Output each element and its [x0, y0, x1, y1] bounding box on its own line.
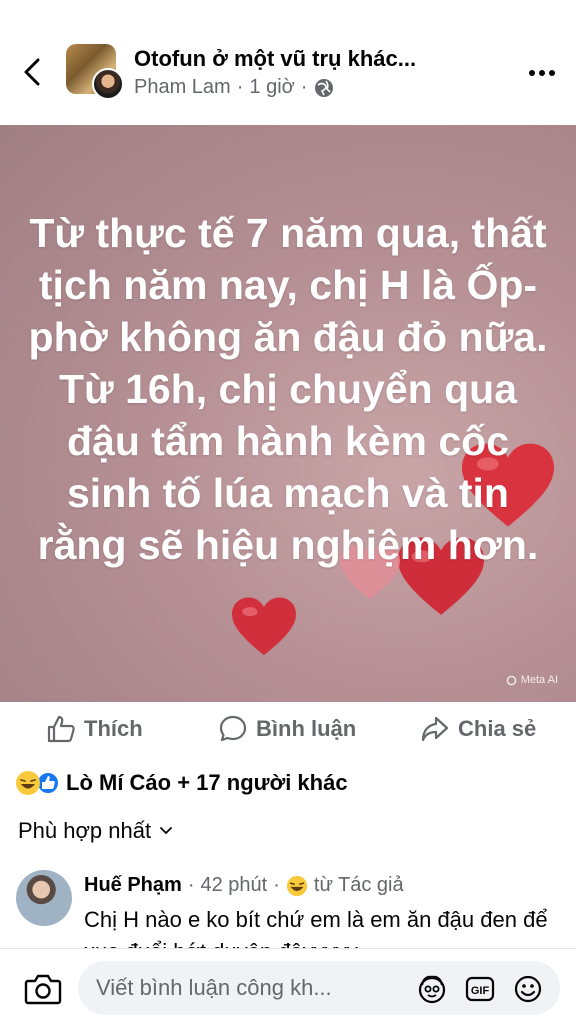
more-options-icon[interactable] [526, 58, 558, 88]
like-label: Thích [84, 716, 143, 741]
camera-icon[interactable] [24, 973, 62, 1005]
post-header: Otofun ở một vũ trụ khác... Pham Lam · 1… [0, 0, 576, 125]
reactions-summary[interactable]: Lò Mí Cáo + 17 người khác [16, 770, 348, 796]
comment-button[interactable]: Bình luận [218, 714, 356, 744]
share-label: Chia sẻ [458, 716, 537, 741]
post-action-bar: Thích Bình luận Chia sẻ [0, 702, 576, 758]
comment-item: Huế Phạm · 42 phút · từ Tác giả Chị H nà… [0, 866, 576, 956]
reactions-text: Lò Mí Cáo + 17 người khác [66, 770, 348, 795]
thumbs-up-icon [47, 715, 75, 743]
comment-bubble-icon [219, 715, 247, 742]
meta-ai-icon [506, 675, 517, 685]
haha-face-icon [20, 779, 36, 789]
comment-separator: · [273, 874, 280, 896]
svg-text:GIF: GIF [471, 985, 490, 997]
comment-input[interactable]: Viết bình luận công kh... GIF [78, 961, 560, 1015]
back-arrow-icon[interactable] [18, 52, 48, 92]
meta-ai-watermark: Meta AI [506, 674, 558, 686]
author-name[interactable]: Pham Lam [134, 76, 231, 99]
comment-sort-dropdown[interactable]: Phù hợp nhất [18, 818, 173, 844]
emoji-icon[interactable] [512, 973, 544, 1005]
share-arrow-icon [421, 716, 449, 742]
comment-header: Huế Phạm · 42 phút · từ Tác giả [84, 874, 404, 897]
post-time[interactable]: 1 giờ [249, 76, 294, 99]
comment-time: 42 phút [200, 874, 268, 896]
commenter-avatar[interactable] [16, 870, 72, 926]
post-text: Từ thực tế 7 năm qua, thất tịch năm nay,… [28, 210, 548, 568]
heart-decoration [232, 597, 296, 656]
author-avatar [92, 68, 124, 100]
meta-separator: · [300, 76, 308, 98]
group-avatar[interactable] [66, 44, 124, 100]
meta-separator: · [236, 76, 244, 98]
meta-ai-label: Meta AI [520, 674, 558, 686]
like-button[interactable]: Thích [46, 714, 143, 744]
chevron-down-icon [160, 827, 172, 835]
share-button[interactable]: Chia sẻ [420, 714, 536, 744]
haha-reaction-icon [16, 771, 40, 795]
comment-input-placeholder: Viết bình luận công kh... [96, 975, 332, 1000]
author-badge: từ Tác giả [313, 874, 404, 896]
comment-separator: · [187, 874, 195, 896]
group-name[interactable]: Otofun ở một vũ trụ khác... [134, 46, 416, 72]
globe-icon [315, 78, 334, 97]
gif-icon[interactable]: GIF [464, 973, 496, 1005]
post-image[interactable]: Từ thực tế 7 năm qua, thất tịch năm nay,… [0, 125, 576, 702]
commenter-name[interactable]: Huế Phạm [84, 874, 182, 897]
like-thumb-icon [42, 776, 55, 789]
sort-label: Phù hợp nhất [18, 818, 152, 843]
comment-composer: Viết bình luận công kh... GIF [0, 948, 576, 1025]
avatar-sticker-icon[interactable] [416, 973, 448, 1005]
haha-emoji-icon [286, 875, 307, 896]
comment-label: Bình luận [256, 716, 357, 741]
post-meta: Pham Lam · 1 giờ · [134, 76, 335, 99]
